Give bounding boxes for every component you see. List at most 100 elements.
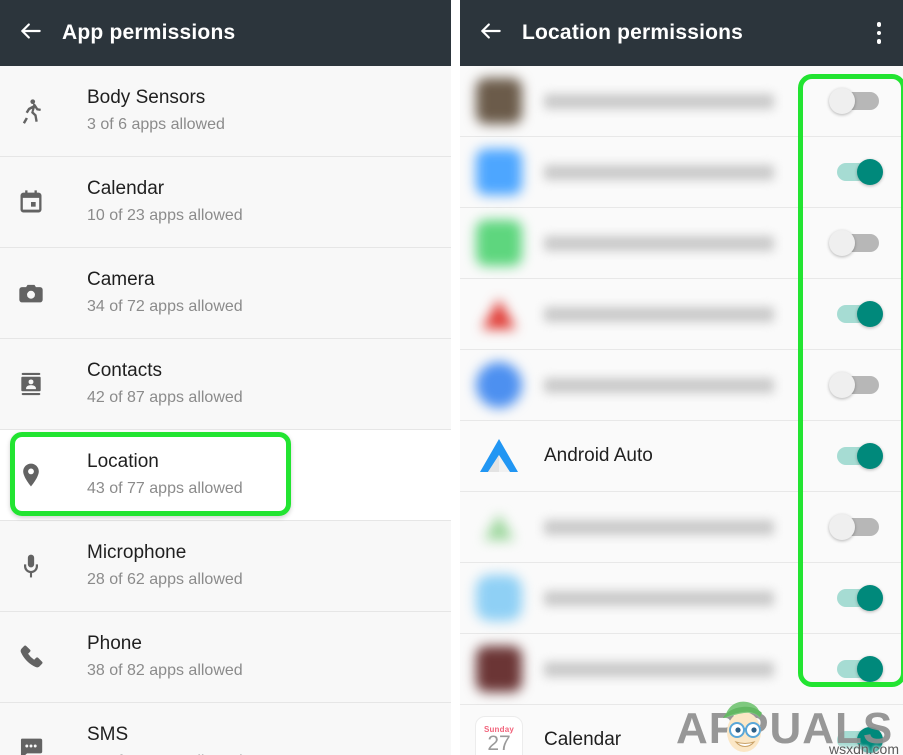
app-toggle-cell[interactable]	[808, 159, 903, 185]
permission-subtitle: 34 of 72 apps allowed	[87, 298, 243, 315]
permission-title: Camera	[87, 269, 155, 290]
app-row[interactable]	[460, 66, 903, 137]
sms-icon	[0, 734, 62, 755]
permission-subtitle: 3 of 6 apps allowed	[87, 116, 225, 133]
permission-title: Body Sensors	[87, 87, 206, 108]
permission-row-camera[interactable]: Camera 34 of 72 apps allowed	[0, 248, 451, 339]
back-button-right[interactable]	[460, 0, 522, 66]
app-toggle-cell[interactable]	[808, 585, 903, 611]
permission-row-microphone[interactable]: Microphone 28 of 62 apps allowed	[0, 521, 451, 612]
permission-toggle[interactable]	[828, 372, 883, 398]
calendar-app-icon: Sunday 27	[460, 716, 538, 755]
permission-subtitle: 38 of 82 apps allowed	[87, 662, 243, 679]
permission-text: Calendar 10 of 23 apps allowed	[62, 176, 243, 228]
app-toggle-cell[interactable]	[808, 443, 903, 469]
app-icon	[460, 504, 538, 550]
app-name	[544, 661, 774, 677]
app-name	[544, 93, 774, 109]
microphone-icon	[0, 552, 62, 580]
app-name	[544, 235, 774, 251]
app-name	[544, 519, 774, 535]
app-icon	[460, 220, 538, 266]
permission-row-contacts[interactable]: Contacts 42 of 87 apps allowed	[0, 339, 451, 430]
permission-toggle[interactable]	[828, 514, 883, 540]
app-toggle-cell[interactable]	[808, 230, 903, 256]
permission-toggle[interactable]	[829, 443, 883, 469]
permission-row-location[interactable]: Location 43 of 77 apps allowed	[0, 430, 451, 521]
permission-toggle[interactable]	[828, 88, 883, 114]
camera-icon	[0, 279, 62, 307]
permission-title: Microphone	[87, 542, 187, 563]
app-row[interactable]	[460, 279, 903, 350]
app-row-calendar[interactable]: Sunday 27 Calendar	[460, 705, 903, 755]
overflow-menu-button[interactable]	[855, 0, 903, 66]
app-name	[544, 306, 774, 322]
app-toggle-cell[interactable]	[808, 372, 903, 398]
right-panel-location-permissions: Location permissions Android Auto Sunday…	[460, 0, 903, 755]
permission-toggle[interactable]	[829, 656, 883, 682]
android-auto-icon	[460, 431, 538, 481]
app-toggle-cell[interactable]	[808, 88, 903, 114]
permission-toggle[interactable]	[829, 585, 883, 611]
permission-title: SMS	[87, 724, 129, 745]
permission-title: Calendar	[87, 178, 165, 199]
permission-text: SMS 15 of 33 apps allowed	[62, 722, 243, 755]
app-row[interactable]	[460, 208, 903, 279]
permission-toggle[interactable]	[829, 727, 883, 753]
permission-subtitle: 43 of 77 apps allowed	[87, 480, 243, 497]
app-row[interactable]	[460, 492, 903, 563]
app-icon	[460, 149, 538, 195]
app-row-android-auto[interactable]: Android Auto	[460, 421, 903, 492]
app-icon	[460, 575, 538, 621]
permission-text: Contacts 42 of 87 apps allowed	[62, 358, 243, 410]
app-name	[544, 377, 774, 393]
screenshot-root: App permissions Body Sensors 3 of 6 apps…	[0, 0, 903, 755]
permission-toggle[interactable]	[828, 230, 883, 256]
permission-toggle[interactable]	[829, 301, 883, 327]
permission-row-calendar[interactable]: Calendar 10 of 23 apps allowed	[0, 157, 451, 248]
app-icon	[460, 291, 538, 337]
permission-title: Contacts	[87, 360, 162, 381]
calendar-icon	[0, 188, 62, 216]
app-name	[544, 164, 774, 180]
app-toggle-cell[interactable]	[808, 301, 903, 327]
app-icon	[460, 362, 538, 408]
more-vertical-icon	[876, 22, 882, 44]
app-toggle-cell[interactable]	[808, 656, 903, 682]
arrow-left-icon	[18, 18, 44, 49]
permission-row-body-sensors[interactable]: Body Sensors 3 of 6 apps allowed	[0, 66, 451, 157]
arrow-left-icon	[478, 18, 504, 49]
app-name: Android Auto	[544, 445, 653, 466]
permission-row-phone[interactable]: Phone 38 of 82 apps allowed	[0, 612, 451, 703]
permission-subtitle: 28 of 62 apps allowed	[87, 571, 243, 588]
permission-toggle[interactable]	[829, 159, 883, 185]
app-row[interactable]	[460, 350, 903, 421]
app-row[interactable]	[460, 563, 903, 634]
permission-subtitle: 15 of 33 apps allowed	[87, 750, 243, 755]
left-panel-app-permissions: App permissions Body Sensors 3 of 6 apps…	[0, 0, 451, 755]
app-permission-list: Android Auto Sunday 27 Calendar	[460, 66, 903, 755]
app-toggle-cell[interactable]	[808, 514, 903, 540]
permission-text: Microphone 28 of 62 apps allowed	[62, 540, 243, 592]
phone-icon	[0, 643, 62, 671]
permission-title: Phone	[87, 633, 142, 654]
permissions-list: Body Sensors 3 of 6 apps allowed Calenda…	[0, 66, 451, 755]
app-icon	[460, 646, 538, 692]
right-appbar: Location permissions	[460, 0, 903, 66]
left-appbar: App permissions	[0, 0, 451, 66]
permission-row-sms[interactable]: SMS 15 of 33 apps allowed	[0, 703, 451, 755]
permission-text: Body Sensors 3 of 6 apps allowed	[62, 85, 225, 137]
app-name: Calendar	[544, 729, 622, 750]
body-sensors-icon	[0, 97, 62, 125]
app-name	[544, 590, 774, 606]
back-button-left[interactable]	[0, 0, 62, 66]
permission-subtitle: 42 of 87 apps allowed	[87, 389, 243, 406]
app-toggle-cell[interactable]	[808, 727, 903, 753]
panel-divider	[451, 0, 460, 755]
permission-subtitle: 10 of 23 apps allowed	[87, 207, 243, 224]
app-row[interactable]	[460, 634, 903, 705]
permission-text: Phone 38 of 82 apps allowed	[62, 631, 243, 683]
calendar-day: 27	[487, 732, 511, 755]
permission-text: Location 43 of 77 apps allowed	[62, 449, 243, 501]
app-row[interactable]	[460, 137, 903, 208]
